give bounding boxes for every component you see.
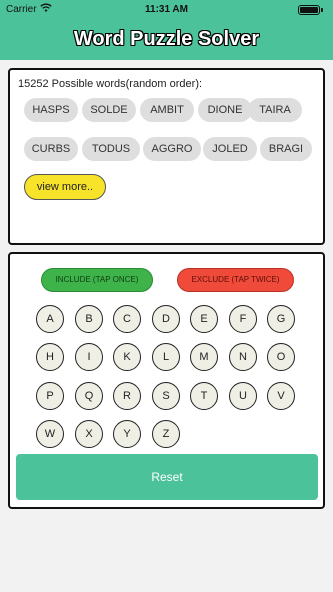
letter-key-q[interactable]: Q — [75, 382, 103, 410]
view-more-button[interactable]: view more.. — [24, 174, 106, 200]
letter-filter-panel: INCLUDE (TAP ONCE) EXCLUDE (TAP TWICE) A… — [8, 252, 325, 509]
status-time: 11:31 AM — [145, 4, 188, 15]
word-chip[interactable]: AMBIT — [140, 98, 194, 122]
letter-key-e[interactable]: E — [190, 305, 218, 333]
possible-words-panel: 15252 Possible words(random order): HASP… — [8, 68, 325, 245]
word-chip[interactable]: DIONE — [198, 98, 252, 122]
letter-key-i[interactable]: I — [75, 343, 103, 371]
app-title: Word Puzzle Solver — [73, 28, 260, 50]
letter-key-p[interactable]: P — [36, 382, 64, 410]
word-chip[interactable]: BRAGI — [260, 137, 312, 161]
word-chip[interactable]: TAIRA — [248, 98, 302, 122]
word-chip[interactable]: JOLED — [203, 137, 257, 161]
letter-key-c[interactable]: C — [113, 305, 141, 333]
word-chip[interactable]: HASPS — [24, 98, 78, 122]
status-bar: Carrier 11:31 AM — [0, 0, 333, 20]
letter-key-h[interactable]: H — [36, 343, 64, 371]
letter-key-n[interactable]: N — [229, 343, 257, 371]
letter-key-s[interactable]: S — [152, 382, 180, 410]
word-chip[interactable]: SOLDE — [82, 98, 136, 122]
letter-key-z[interactable]: Z — [152, 420, 180, 448]
battery-icon — [298, 5, 320, 15]
app-bar: Word Puzzle Solver — [0, 20, 333, 60]
word-chip[interactable]: TODUS — [82, 137, 140, 161]
word-chip[interactable]: CURBS — [24, 137, 78, 161]
letter-key-k[interactable]: K — [113, 343, 141, 371]
letter-key-a[interactable]: A — [36, 305, 64, 333]
include-legend-button[interactable]: INCLUDE (TAP ONCE) — [41, 268, 153, 292]
letter-key-v[interactable]: V — [267, 382, 295, 410]
battery-tip — [321, 8, 323, 12]
letter-key-r[interactable]: R — [113, 382, 141, 410]
letter-key-w[interactable]: W — [36, 420, 64, 448]
letter-key-l[interactable]: L — [152, 343, 180, 371]
reset-button[interactable]: Reset — [16, 454, 318, 500]
letter-key-g[interactable]: G — [267, 305, 295, 333]
possible-words-count: 15252 Possible words(random order): — [18, 78, 203, 90]
letter-key-b[interactable]: B — [75, 305, 103, 333]
letter-key-f[interactable]: F — [229, 305, 257, 333]
exclude-legend-button[interactable]: EXCLUDE (TAP TWICE) — [177, 268, 294, 292]
letter-key-t[interactable]: T — [190, 382, 218, 410]
letter-key-m[interactable]: M — [190, 343, 218, 371]
letter-key-d[interactable]: D — [152, 305, 180, 333]
letter-key-o[interactable]: O — [267, 343, 295, 371]
letter-key-x[interactable]: X — [75, 420, 103, 448]
letter-key-u[interactable]: U — [229, 382, 257, 410]
letter-key-y[interactable]: Y — [113, 420, 141, 448]
word-chip[interactable]: AGGRO — [143, 137, 201, 161]
